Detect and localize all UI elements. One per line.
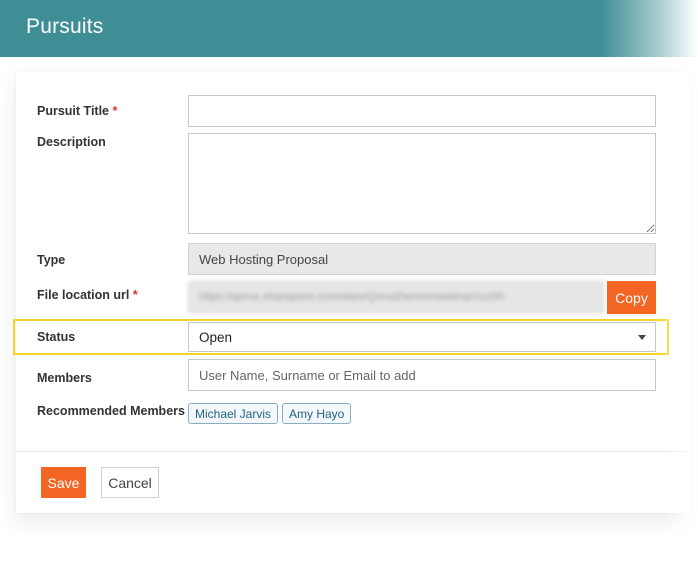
chevron-down-icon xyxy=(638,335,646,340)
file-location-label-text: File location url xyxy=(37,288,130,302)
app-header: Pursuits xyxy=(0,0,698,57)
recommended-members-label: Recommended Members xyxy=(37,404,185,418)
recommended-member-chip[interactable]: Michael Jarvis xyxy=(188,403,279,424)
save-button[interactable]: Save xyxy=(41,467,86,498)
type-input xyxy=(188,243,656,275)
cancel-button[interactable]: Cancel xyxy=(101,467,159,498)
pursuit-title-label: Pursuit Title * xyxy=(37,104,117,118)
file-location-label: File location url * xyxy=(37,288,138,302)
footer-divider xyxy=(16,451,690,452)
pursuit-title-input[interactable] xyxy=(188,95,656,127)
status-selected-value: Open xyxy=(199,330,233,345)
status-select[interactable]: Open xyxy=(188,322,656,352)
description-label: Description xyxy=(37,135,106,149)
pursuit-title-label-text: Pursuit Title xyxy=(37,104,110,118)
description-textarea[interactable] xyxy=(188,133,656,234)
recommended-member-chip[interactable]: Amy Hayo xyxy=(282,403,352,424)
page-title: Pursuits xyxy=(26,15,104,38)
status-label: Status xyxy=(37,330,76,344)
members-label: Members xyxy=(37,371,92,385)
required-marker: * xyxy=(132,288,138,302)
type-label: Type xyxy=(37,253,66,267)
copy-url-button[interactable]: Copy xyxy=(607,281,656,314)
members-input[interactable] xyxy=(188,359,656,391)
required-marker: * xyxy=(112,104,118,118)
file-location-input[interactable]: https://qorus.sharepoint.com/sites/Qorus… xyxy=(188,281,604,313)
